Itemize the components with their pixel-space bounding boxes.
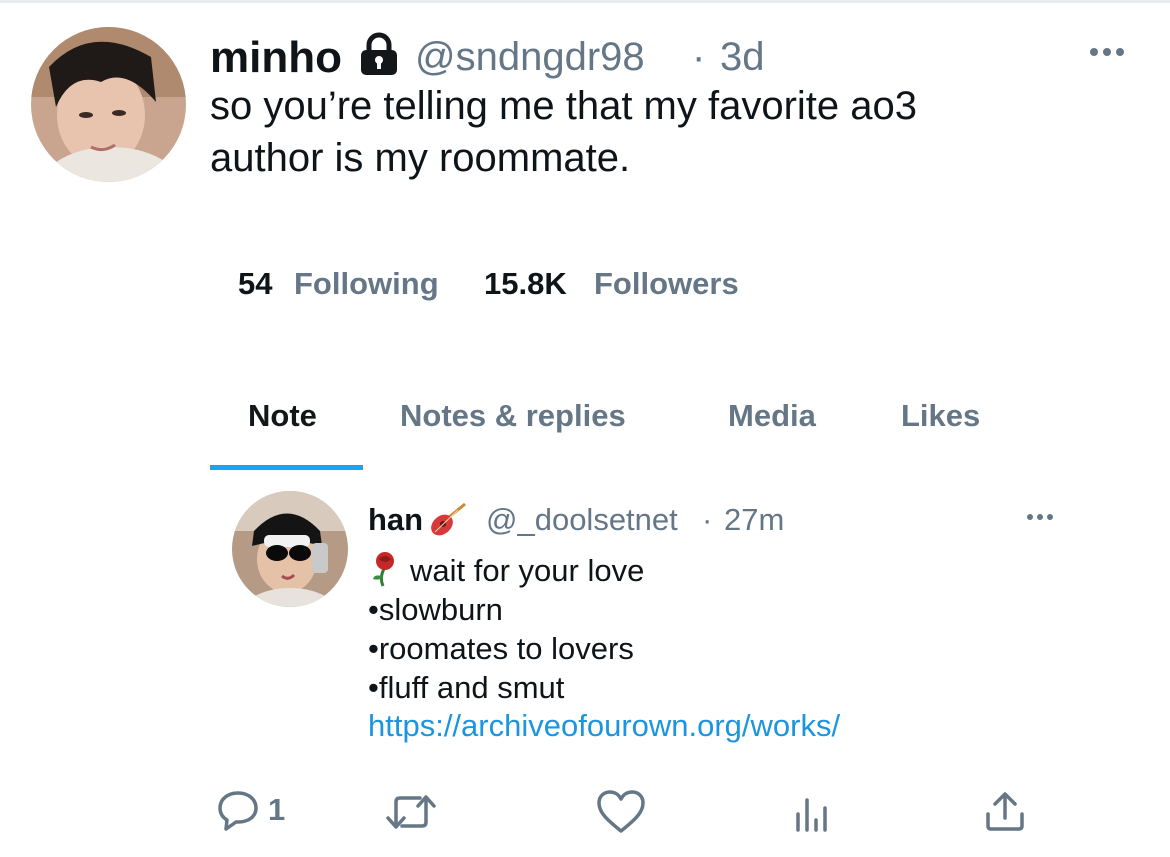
like-icon [597, 790, 645, 833]
reply-button[interactable]: 1 [216, 788, 285, 832]
embedded-title: wait for your love [410, 553, 645, 588]
embedded-author-avatar[interactable] [232, 491, 348, 607]
tab-notes-replies[interactable]: Notes & replies [400, 398, 626, 434]
retweet-button[interactable] [384, 792, 438, 832]
embedded-author-handle[interactable]: @_doolsetnet [486, 502, 678, 538]
tweet-time[interactable]: 3d [720, 35, 765, 80]
embedded-more-icon[interactable] [1025, 510, 1055, 524]
top-divider [0, 0, 1170, 3]
following-label[interactable]: Following [294, 266, 439, 302]
analytics-icon [796, 798, 827, 832]
cropped-text-remnant [240, 210, 450, 218]
embedded-bullet-3: •fluff and smut [368, 670, 565, 705]
followers-count[interactable]: 15.8K [484, 266, 567, 302]
rose-icon [369, 551, 401, 587]
embedded-bullet-2: •roomates to lovers [368, 631, 634, 666]
embedded-bullet-1: •slowburn [368, 592, 503, 627]
analytics-button[interactable] [792, 792, 832, 832]
embedded-time-separator: · [702, 502, 713, 537]
active-tab-indicator [210, 465, 363, 470]
guitar-icon [428, 502, 468, 538]
lock-icon [358, 32, 400, 76]
retweet-icon [386, 795, 436, 829]
tab-media[interactable]: Media [728, 398, 816, 434]
author-handle[interactable]: @sndngdr98 [415, 35, 645, 80]
author-avatar[interactable] [31, 27, 186, 182]
followers-label[interactable]: Followers [594, 266, 739, 302]
reply-count: 1 [268, 792, 286, 827]
tab-note[interactable]: Note [248, 398, 317, 434]
time-separator: · [692, 35, 706, 79]
more-icon[interactable] [1088, 42, 1126, 62]
following-count[interactable]: 54 [238, 266, 272, 302]
share-icon [986, 792, 1024, 831]
like-button[interactable] [596, 789, 646, 835]
embedded-author-display-name[interactable]: han [368, 502, 423, 538]
reply-icon [218, 791, 258, 831]
author-display-name[interactable]: minho [210, 33, 342, 83]
tweet-text-line1: so you’re telling me that my favorite ao… [210, 84, 918, 128]
share-button[interactable] [984, 790, 1026, 832]
tweet-text-line2: author is my roommate. [210, 136, 631, 180]
tab-likes[interactable]: Likes [901, 398, 980, 434]
embedded-link[interactable]: https://archiveofourown.org/works/ [368, 708, 840, 744]
cropped-link-remnant [368, 750, 528, 758]
embedded-time[interactable]: 27m [724, 502, 784, 538]
